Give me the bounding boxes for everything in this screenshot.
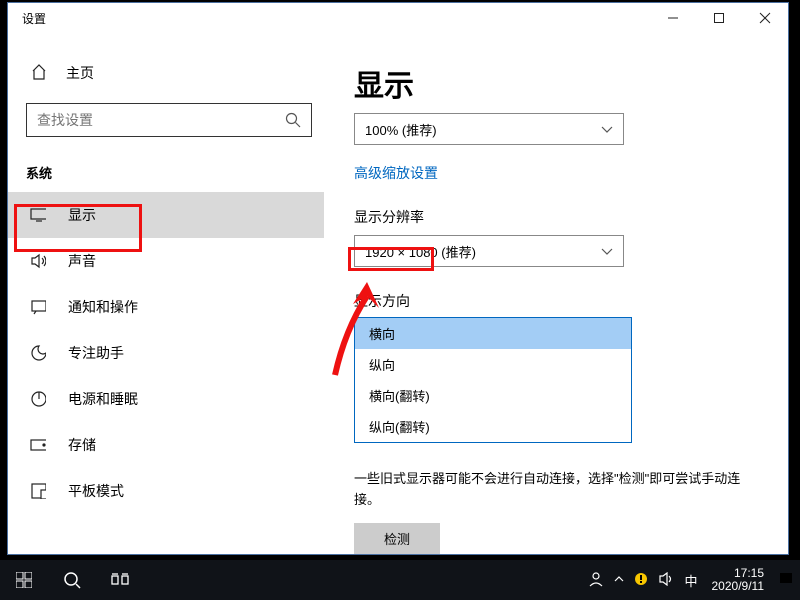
taskbar: 中 17:15 2020/9/11 [0,560,800,600]
window-title: 设置 [8,10,46,27]
focus-icon [30,344,46,362]
orientation-option[interactable]: 纵向(翻转) [355,411,631,442]
orientation-dropdown-open[interactable]: 横向 纵向 横向(翻转) 纵向(翻转) [354,317,632,443]
home-icon [30,63,48,84]
nav-list: 显示 声音 通知和操作 专注助手 电源和睡眠 [8,192,324,514]
search-input[interactable] [27,111,275,129]
nav-label: 专注助手 [68,343,124,363]
people-icon[interactable] [588,571,604,590]
security-icon[interactable] [634,572,648,589]
resolution-select[interactable]: 1920 × 1080 (推荐) [354,235,624,267]
home-label: 主页 [66,63,94,83]
content-pane: 显示 100% (推荐) 高级缩放设置 显示分辨率 1920 × 1080 (推… [324,33,788,554]
chevron-down-icon [601,122,613,137]
notifications-icon [30,299,46,315]
nav-item-tablet[interactable]: 平板模式 [8,468,324,514]
search-box[interactable] [26,103,312,137]
nav-label: 显示 [68,205,96,225]
system-tray: 中 [588,571,697,590]
task-view-button[interactable] [96,560,144,600]
orientation-option[interactable]: 横向 [355,318,631,349]
window-body: 主页 系统 显示 声音 [8,33,788,554]
search-icon [275,112,311,128]
power-icon [30,390,46,408]
scale-select[interactable]: 100% (推荐) [354,113,624,145]
settings-window: 设置 主页 [7,2,789,555]
category-heading: 系统 [8,137,324,192]
tablet-icon [30,483,46,499]
tray-chevron-up-icon[interactable] [614,574,624,586]
sound-icon [30,253,46,269]
taskbar-left [0,560,144,600]
ime-indicator[interactable]: 中 [684,571,697,590]
nav-item-display[interactable]: 显示 [8,192,324,238]
detect-button[interactable]: 检测 [354,523,440,554]
nav-label: 通知和操作 [68,297,138,317]
nav-item-storage[interactable]: 存储 [8,422,324,468]
nav-item-sound[interactable]: 声音 [8,238,324,284]
nav-item-focus[interactable]: 专注助手 [8,330,324,376]
window-controls [650,3,788,33]
nav-label: 存储 [68,435,96,455]
minimize-button[interactable] [650,3,696,33]
volume-icon[interactable] [658,572,674,589]
search-button[interactable] [48,560,96,600]
maximize-button[interactable] [696,3,742,33]
nav-label: 平板模式 [68,481,124,501]
scale-value: 100% (推荐) [365,120,437,139]
close-button[interactable] [742,3,788,33]
page-heading: 显示 [354,33,748,105]
action-center-icon[interactable] [778,571,794,590]
titlebar: 设置 [8,3,788,33]
storage-icon [30,439,46,451]
orientation-option[interactable]: 纵向 [355,349,631,380]
resolution-value: 1920 × 1080 (推荐) [365,242,476,261]
nav-label: 电源和睡眠 [68,389,138,409]
orientation-option[interactable]: 横向(翻转) [355,380,631,411]
display-icon [30,208,46,222]
home-link[interactable]: 主页 [8,33,324,85]
detect-help-text: 一些旧式显示器可能不会进行自动连接，选择"检测"即可尝试手动连接。 [354,469,748,511]
advanced-scale-link[interactable]: 高级缩放设置 [354,163,748,183]
start-button[interactable] [0,560,48,600]
nav-label: 声音 [68,251,96,271]
orientation-label: 显示方向 [354,291,748,311]
taskbar-date: 2020/9/11 [712,580,765,593]
nav-item-power[interactable]: 电源和睡眠 [8,376,324,422]
taskbar-clock[interactable]: 17:15 2020/9/11 [706,567,771,593]
nav-item-notifications[interactable]: 通知和操作 [8,284,324,330]
search-wrap [26,103,312,137]
resolution-label: 显示分辨率 [354,207,748,227]
sidebar: 主页 系统 显示 声音 [8,33,324,554]
chevron-down-icon [601,244,613,259]
taskbar-right: 中 17:15 2020/9/11 [588,567,800,593]
